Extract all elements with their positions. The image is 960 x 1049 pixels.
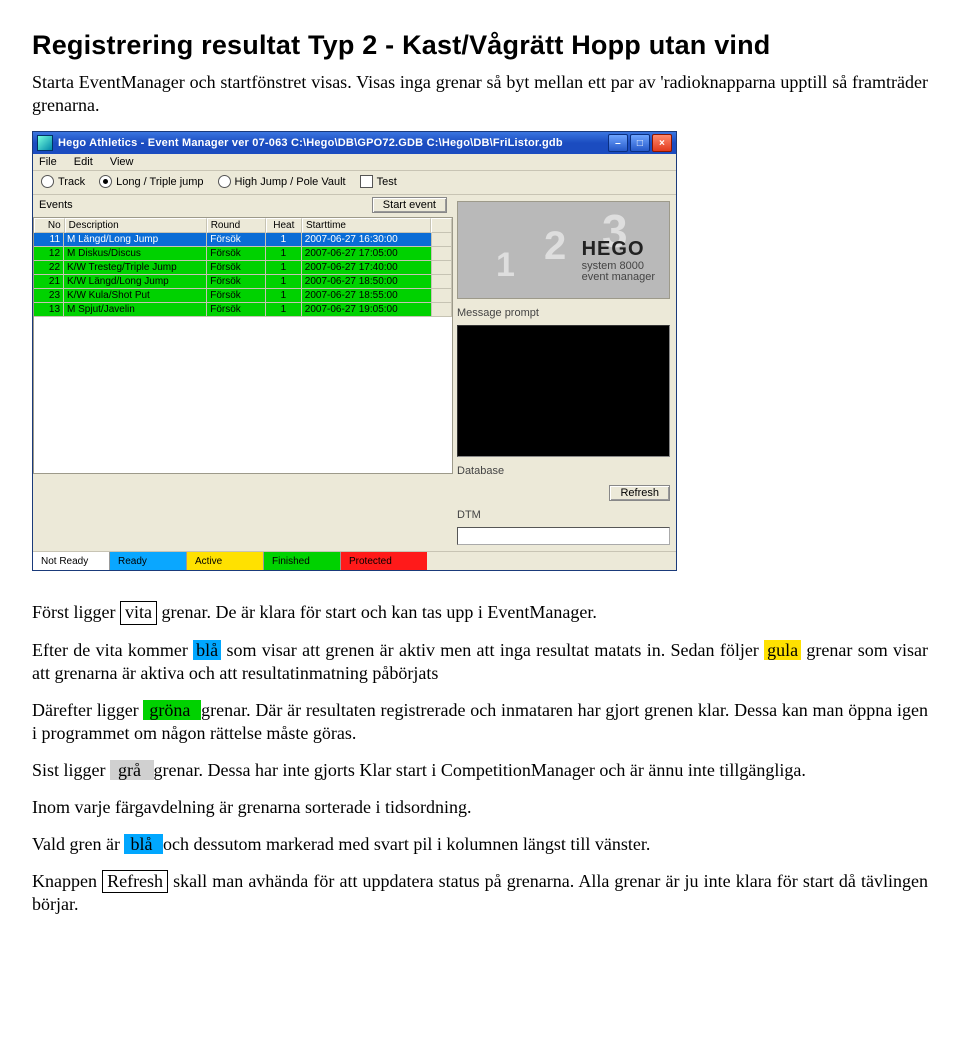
table-row[interactable]: 12 M Diskus/Discus Försök 1 2007-06-27 1… <box>34 247 452 261</box>
para-selected: Vald gren är blå och dessutom markerad m… <box>32 833 928 856</box>
col-scrollbar-gap <box>431 218 452 233</box>
toolbar: Track Long / Triple jump High Jump / Pol… <box>33 171 676 195</box>
col-starttime: Starttime <box>302 218 431 233</box>
para-white: Först ligger vita grenar. De är klara fö… <box>32 601 928 625</box>
col-description: Description <box>65 218 207 233</box>
radio-track[interactable]: Track <box>41 175 85 188</box>
grid-header: No Description Round Heat Starttime <box>34 218 452 233</box>
col-round: Round <box>207 218 266 233</box>
intro-paragraph: Starta EventManager och startfönstret vi… <box>32 71 928 117</box>
chip-refresh: Refresh <box>102 870 168 894</box>
bg-number-2: 2 <box>544 224 566 269</box>
brand-sub2: event manager <box>582 272 655 283</box>
events-label: Events <box>39 199 372 211</box>
brand: HEGO system 8000 event manager <box>582 238 655 283</box>
col-no: No <box>34 218 65 233</box>
chip-yellow: gula <box>764 640 801 660</box>
table-row[interactable]: 13 M Spjut/Javelin Försök 1 2007-06-27 1… <box>34 303 452 317</box>
legend-finished: Finished <box>264 552 341 570</box>
page-title: Registrering resultat Typ 2 - Kast/Vågrä… <box>32 30 928 61</box>
app-icon <box>37 135 53 151</box>
legend-active: Active <box>187 552 264 570</box>
legend-ready: Ready <box>110 552 187 570</box>
menu-edit[interactable]: Edit <box>74 156 93 168</box>
logo-area: 1 2 3 HEGO system 8000 event manager <box>457 201 670 299</box>
chip-selected-blue: blå <box>124 834 163 854</box>
dtm-field[interactable] <box>457 527 670 545</box>
chip-white: vita <box>120 601 157 625</box>
para-blue-yellow: Efter de vita kommer blå som visar att g… <box>32 639 928 685</box>
database-label: Database <box>457 465 670 477</box>
legend-protected: Protected <box>341 552 427 570</box>
para-refresh: Knappen Refresh skall man avhända för at… <box>32 870 928 917</box>
legend-not-ready: Not Ready <box>33 552 110 570</box>
bg-number-1: 1 <box>496 246 515 285</box>
minimize-button[interactable]: – <box>608 134 628 152</box>
chip-blue: blå <box>193 640 221 660</box>
window-title: Hego Athletics - Event Manager ver 07-06… <box>58 137 608 149</box>
col-heat: Heat <box>266 218 302 233</box>
para-sort: Inom varje färgavdelning är grenarna sor… <box>32 796 928 819</box>
menu-bar: File Edit View <box>33 154 676 171</box>
radio-long-triple[interactable]: Long / Triple jump <box>99 175 203 188</box>
chip-green: gröna <box>143 700 201 720</box>
close-button[interactable]: × <box>652 134 672 152</box>
refresh-button[interactable]: Refresh <box>609 485 670 501</box>
dtm-label: DTM <box>457 509 670 521</box>
start-event-button[interactable]: Start event <box>372 197 447 213</box>
legend-spacer <box>427 552 676 570</box>
status-legend: Not Ready Ready Active Finished Protecte… <box>33 551 676 570</box>
check-test[interactable]: Test <box>360 175 397 188</box>
table-row[interactable]: 11 M Längd/Long Jump Försök 1 2007-06-27… <box>34 233 452 247</box>
brand-name: HEGO <box>582 238 655 261</box>
menu-file[interactable]: File <box>39 156 57 168</box>
para-green: Därefter ligger gröna grenar. Där är res… <box>32 699 928 745</box>
table-row[interactable]: 23 K/W Kula/Shot Put Försök 1 2007-06-27… <box>34 289 452 303</box>
events-grid[interactable]: No Description Round Heat Starttime 11 M… <box>33 217 453 474</box>
app-window: Hego Athletics - Event Manager ver 07-06… <box>32 131 677 571</box>
chip-grey: grå <box>110 760 153 780</box>
message-prompt-box <box>457 325 670 457</box>
maximize-button[interactable]: □ <box>630 134 650 152</box>
message-prompt-label: Message prompt <box>457 307 670 319</box>
title-bar: Hego Athletics - Event Manager ver 07-06… <box>33 132 676 154</box>
table-row[interactable]: 21 K/W Längd/Long Jump Försök 1 2007-06-… <box>34 275 452 289</box>
table-row[interactable]: 22 K/W Tresteg/Triple Jump Försök 1 2007… <box>34 261 452 275</box>
grid-body: 11 M Längd/Long Jump Försök 1 2007-06-27… <box>34 233 452 473</box>
radio-high-pole[interactable]: High Jump / Pole Vault <box>218 175 346 188</box>
menu-view[interactable]: View <box>110 156 134 168</box>
para-grey: Sist ligger grå grenar. Dessa har inte g… <box>32 759 928 782</box>
